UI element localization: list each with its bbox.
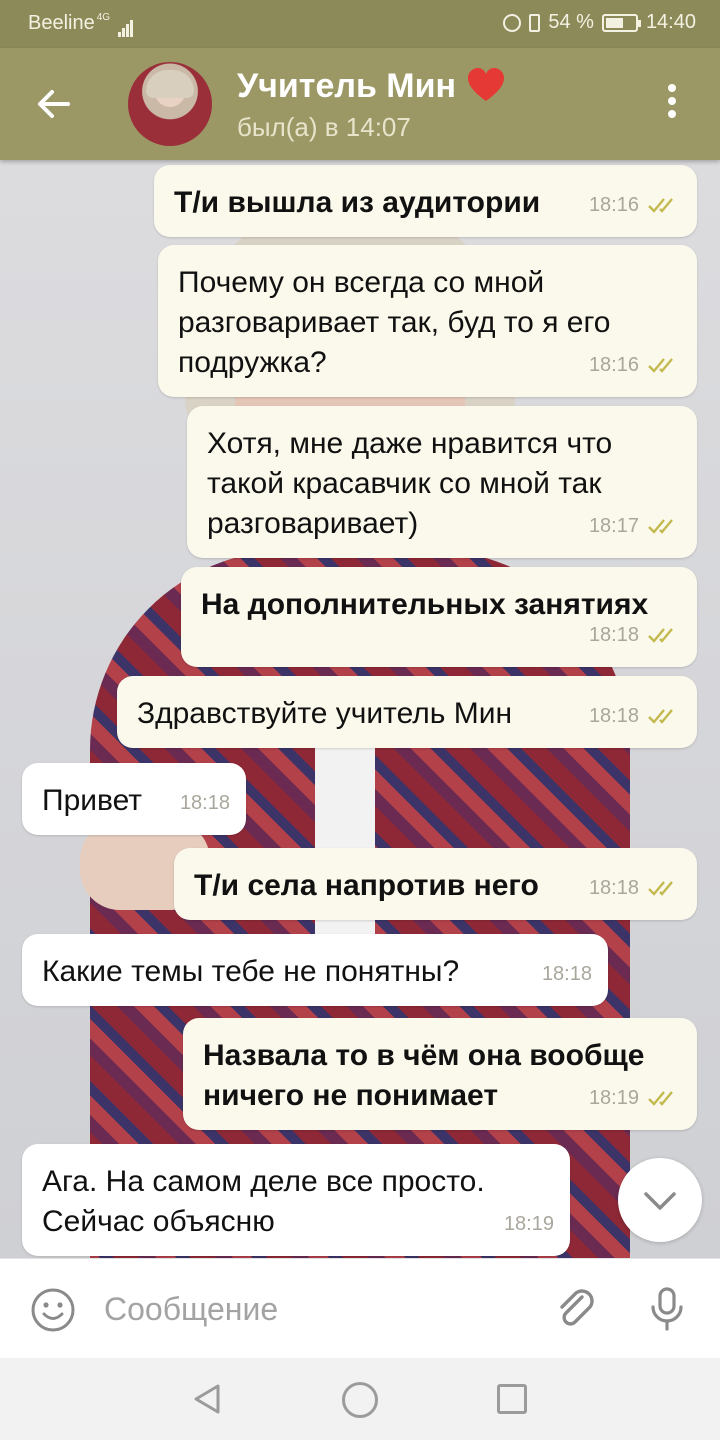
message-time: 18:17 (588, 515, 639, 537)
message-bubble[interactable]: Привет 18:18 (22, 763, 246, 835)
message-bubble[interactable]: Почему он всегда со мной разговаривает т… (158, 245, 697, 397)
alarm-icon (503, 13, 522, 32)
double-check-icon (648, 358, 673, 373)
double-check-icon (648, 198, 673, 213)
message-time: 18:16 (588, 354, 639, 376)
double-check-icon (648, 628, 673, 643)
battery-icon (601, 13, 641, 32)
message-time: 18:16 (588, 194, 639, 216)
message-time: 18:18 (179, 792, 230, 814)
system-nav-bar (0, 1358, 720, 1440)
back-arrow-icon[interactable] (30, 80, 78, 128)
emoji-icon[interactable] (30, 1287, 76, 1333)
nav-back-icon[interactable] (190, 1382, 224, 1416)
avatar[interactable] (128, 62, 212, 146)
message-composer: Сообщение (0, 1258, 720, 1358)
message-time: 18:19 (503, 1213, 554, 1235)
message-bubble[interactable]: Назвала то в чём она вообще ничего не по… (183, 1018, 697, 1130)
message-bubble[interactable]: Ага. На самом деле все просто. Сейчас об… (22, 1144, 570, 1256)
message-bubble[interactable]: Хотя, мне даже нравится что такой красав… (187, 406, 697, 558)
last-seen-status: был(а) в 14:07 (237, 112, 411, 142)
double-check-icon (648, 519, 673, 534)
scroll-down-button[interactable] (618, 1158, 702, 1242)
message-input[interactable]: Сообщение (104, 1291, 278, 1328)
message-time: 18:18 (541, 963, 592, 985)
message-text: Какие темы тебе не понятны? (42, 955, 460, 988)
vibrate-icon (529, 13, 541, 32)
attach-clip-icon[interactable] (552, 1285, 600, 1333)
contact-name[interactable]: Учитель Мин (237, 66, 506, 106)
nav-recents-icon[interactable] (497, 1384, 527, 1414)
signal-icon (117, 14, 134, 37)
double-check-icon (648, 709, 673, 724)
message-bubble[interactable]: На дополнительных занятиях 18:18 (181, 567, 697, 667)
double-check-icon (648, 1091, 673, 1106)
message-bubble[interactable]: Какие темы тебе не понятны? 18:18 (22, 934, 608, 1006)
message-time: 18:19 (588, 1087, 639, 1109)
status-icons: 54 % 14:40 (503, 11, 696, 34)
chat-header: Учитель Мин был(а) в 14:07 (0, 48, 720, 160)
carrier-label: Beeline 4G (28, 12, 134, 37)
double-check-icon (648, 881, 673, 896)
status-bar: Beeline 4G 54 % 14:40 (0, 0, 720, 48)
clock: 14:40 (645, 11, 696, 33)
message-bubble[interactable]: Здравствуйте учитель Мин 18:18 (117, 676, 697, 748)
more-vert-icon[interactable] (652, 84, 692, 124)
microphone-icon[interactable] (646, 1285, 688, 1333)
message-text: Ага. На самом деле все просто. Сейчас об… (42, 1165, 485, 1238)
network-type: 4G (96, 12, 111, 23)
message-bubble[interactable]: Т/и села напротив него 18:18 (174, 848, 697, 920)
battery-percent: 54 % (548, 11, 594, 33)
message-time: 18:18 (588, 624, 639, 646)
message-time: 18:18 (588, 877, 639, 899)
chevron-down-icon (644, 1192, 676, 1210)
message-time: 18:18 (588, 705, 639, 727)
message-bubble[interactable]: Т/и вышла из аудитории 18:16 (154, 165, 697, 237)
heart-emoji (468, 68, 505, 101)
carrier-name: Beeline (28, 12, 95, 34)
nav-home-icon[interactable] (342, 1382, 378, 1418)
contact-name-text: Учитель Мин (237, 66, 457, 105)
